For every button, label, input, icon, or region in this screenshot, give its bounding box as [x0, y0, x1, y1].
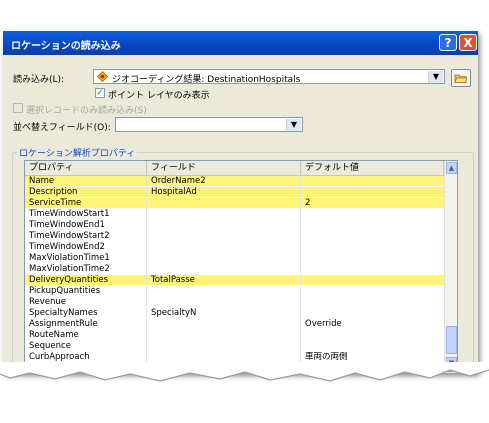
property-cell: AssignmentRule: [25, 319, 147, 329]
selected-records-only-checkbox[interactable]: [13, 103, 23, 113]
default-value-cell[interactable]: [301, 220, 444, 230]
property-cell: ServiceTime: [25, 198, 147, 208]
table-row[interactable]: CurbApproach 車両の両側: [25, 352, 444, 362]
table-row[interactable]: AssignmentRule Override: [25, 319, 444, 329]
default-value-cell[interactable]: [301, 253, 444, 263]
close-icon[interactable]: X: [459, 34, 477, 51]
dropdown-arrow-icon[interactable]: ▼: [428, 71, 443, 83]
property-cell: PickupQuantities: [25, 286, 147, 296]
point-layer-only-label: ポイント レイヤのみ表示: [108, 91, 210, 101]
field-cell[interactable]: SpecialtyN: [147, 308, 301, 318]
property-cell: TimeWindowStart2: [25, 231, 147, 241]
default-value-cell[interactable]: 2: [301, 198, 444, 208]
help-icon[interactable]: ?: [439, 34, 457, 51]
field-cell[interactable]: [147, 319, 301, 329]
default-value-cell[interactable]: Override: [301, 319, 444, 329]
scroll-thumb[interactable]: [446, 326, 457, 354]
table-row[interactable]: ServiceTime 2: [25, 198, 444, 208]
property-cell: Description: [25, 187, 147, 197]
property-cell: TimeWindowStart1: [25, 209, 147, 219]
properties-group-title: ロケーション解析プロパティ: [17, 146, 138, 159]
point-layer-only-checkbox[interactable]: ✓: [95, 88, 105, 98]
default-value-cell[interactable]: [301, 286, 444, 296]
field-cell[interactable]: [147, 286, 301, 296]
table-row[interactable]: TimeWindowEnd1: [25, 220, 444, 230]
field-cell[interactable]: [147, 242, 301, 252]
table-row[interactable]: TimeWindowStart1: [25, 209, 444, 219]
property-cell: Revenue: [25, 297, 147, 307]
load-from-select[interactable]: ジオコーディング結果: DestinationHospitals ▼: [93, 69, 445, 85]
default-value-cell[interactable]: [301, 264, 444, 274]
table-row[interactable]: Sequence: [25, 341, 444, 351]
sort-field-label: 並べ替えフィールド(O):: [13, 123, 111, 133]
default-value-cell[interactable]: [301, 209, 444, 219]
default-value-cell[interactable]: [301, 187, 444, 197]
geocode-layer-icon: [96, 70, 109, 83]
field-cell[interactable]: [147, 220, 301, 230]
property-cell: DeliveryQuantities: [25, 275, 147, 285]
sort-field-select[interactable]: ▼: [115, 117, 303, 132]
table-row[interactable]: MaxViolationTime1: [25, 253, 444, 263]
table-row[interactable]: SpecialtyNames SpecialtyN: [25, 308, 444, 318]
load-locations-dialog: ロケーションの読み込み ? X 読み込み(L): ジオコーディング結果: Des…: [3, 31, 478, 373]
load-from-value: ジオコーディング結果: DestinationHospitals: [112, 75, 301, 85]
default-value-cell[interactable]: [301, 341, 444, 351]
field-cell[interactable]: [147, 352, 301, 362]
field-cell[interactable]: [147, 231, 301, 241]
vertical-scrollbar[interactable]: ▲ ▼: [444, 161, 457, 371]
column-header-field[interactable]: フィールド: [147, 161, 301, 175]
torn-edge-decoration: [0, 362, 489, 382]
default-value-cell[interactable]: [301, 308, 444, 318]
column-header-default[interactable]: デフォルト値: [301, 161, 444, 175]
property-cell: TimeWindowEnd1: [25, 220, 147, 230]
default-value-cell[interactable]: [301, 231, 444, 241]
table-row[interactable]: TimeWindowEnd2: [25, 242, 444, 252]
selected-records-only-label: 選択レコードのみ読み込み(S): [26, 106, 147, 116]
table-row[interactable]: Revenue: [25, 297, 444, 307]
property-cell: TimeWindowEnd2: [25, 242, 147, 252]
dropdown-arrow-icon[interactable]: ▼: [286, 119, 301, 131]
field-cell[interactable]: [147, 209, 301, 219]
property-cell: Sequence: [25, 341, 147, 351]
field-cell[interactable]: TotalPasse: [147, 275, 301, 285]
field-cell[interactable]: HospitalAd: [147, 187, 301, 197]
property-cell: RouteName: [25, 330, 147, 340]
table-row[interactable]: PickupQuantities: [25, 286, 444, 296]
field-cell[interactable]: OrderName2: [147, 176, 301, 186]
table-row[interactable]: Name OrderName2: [25, 176, 444, 186]
field-cell[interactable]: [147, 264, 301, 274]
property-cell: Name: [25, 176, 147, 186]
field-cell[interactable]: [147, 341, 301, 351]
field-cell[interactable]: [147, 198, 301, 208]
grid-header: プロパティ フィールド デフォルト値: [25, 161, 444, 176]
property-cell: CurbApproach: [25, 352, 147, 362]
default-value-cell[interactable]: [301, 297, 444, 307]
default-value-cell[interactable]: 車両の両側: [301, 352, 444, 362]
scroll-up-icon[interactable]: ▲: [446, 162, 457, 174]
field-cell[interactable]: [147, 297, 301, 307]
table-row[interactable]: TimeWindowStart2: [25, 231, 444, 241]
load-from-label: 読み込み(L):: [13, 75, 65, 85]
table-row[interactable]: DeliveryQuantities TotalPasse: [25, 275, 444, 285]
property-cell: MaxViolationTime2: [25, 264, 147, 274]
dialog-title: ロケーションの読み込み: [11, 41, 121, 52]
table-row[interactable]: RouteName: [25, 330, 444, 340]
column-header-property[interactable]: プロパティ: [25, 161, 147, 175]
default-value-cell[interactable]: [301, 275, 444, 285]
property-cell: MaxViolationTime1: [25, 253, 147, 263]
property-cell: SpecialtyNames: [25, 308, 147, 318]
table-row[interactable]: Description HospitalAd: [25, 187, 444, 197]
field-cell[interactable]: [147, 253, 301, 263]
properties-grid[interactable]: プロパティ フィールド デフォルト値 Name OrderName2 Descrip…: [24, 160, 458, 372]
default-value-cell[interactable]: [301, 330, 444, 340]
field-cell[interactable]: [147, 330, 301, 340]
title-bar[interactable]: ロケーションの読み込み ? X: [3, 31, 478, 55]
default-value-cell[interactable]: [301, 242, 444, 252]
table-row[interactable]: MaxViolationTime2: [25, 264, 444, 274]
default-value-cell[interactable]: [301, 176, 444, 186]
folder-open-icon[interactable]: [451, 69, 471, 87]
